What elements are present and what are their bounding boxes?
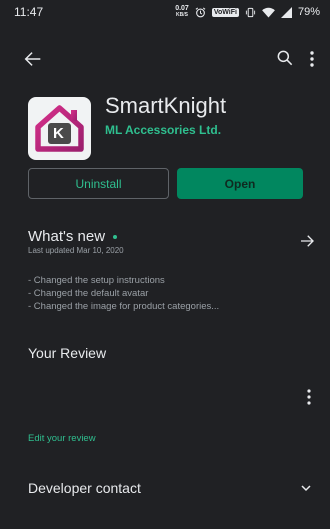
status-icons: 0.07 KB/S VoWiFi 79% — [175, 5, 320, 19]
whats-new-title: What's new — [28, 228, 106, 245]
vibrate-icon — [245, 7, 256, 17]
developer-contact-header[interactable]: Developer contact — [28, 480, 141, 496]
chevron-down-icon[interactable] — [299, 481, 313, 495]
alarm-icon — [195, 7, 206, 17]
new-indicator-dot — [113, 234, 118, 239]
edit-review-link[interactable]: Edit your review — [28, 433, 96, 444]
review-section-title: Your Review — [28, 345, 107, 361]
uninstall-button[interactable]: Uninstall — [28, 168, 169, 199]
changelog-item: - Changed the default avatar — [28, 288, 149, 299]
more-vert-icon[interactable] — [303, 387, 315, 407]
app-icon-letter: K — [53, 125, 64, 142]
open-button[interactable]: Open — [177, 168, 303, 199]
more-vert-icon[interactable] — [305, 48, 319, 70]
battery-percent: 79% — [297, 6, 320, 18]
network-speed: 0.07 KB/S — [175, 5, 189, 18]
open-label: Open — [224, 176, 256, 191]
app-icon: K — [28, 97, 91, 160]
vowifi-badge: VoWiFi — [211, 7, 239, 17]
changelog: - Changed the setup instructions - Chang… — [28, 274, 219, 313]
last-updated: Last updated Mar 10, 2020 — [28, 246, 124, 255]
search-icon[interactable] — [275, 48, 295, 68]
wifi-icon — [262, 7, 275, 18]
top-app-bar — [0, 42, 330, 78]
signal-icon — [280, 6, 292, 18]
uninstall-label: Uninstall — [75, 176, 122, 191]
whats-new-header[interactable]: What's new — [28, 228, 118, 245]
changelog-item: - Changed the image for product categori… — [28, 301, 220, 312]
app-title: SmartKnight — [105, 93, 227, 118]
status-bar: 11:47 0.07 KB/S VoWiFi 79% — [0, 0, 330, 24]
developer-link[interactable]: ML Accessories Ltd. — [105, 123, 221, 137]
status-time: 11:47 — [14, 5, 44, 19]
arrow-forward-icon[interactable] — [298, 232, 316, 250]
changelog-item: - Changed the setup instructions — [28, 275, 165, 286]
arrow-back-icon[interactable] — [22, 48, 44, 70]
